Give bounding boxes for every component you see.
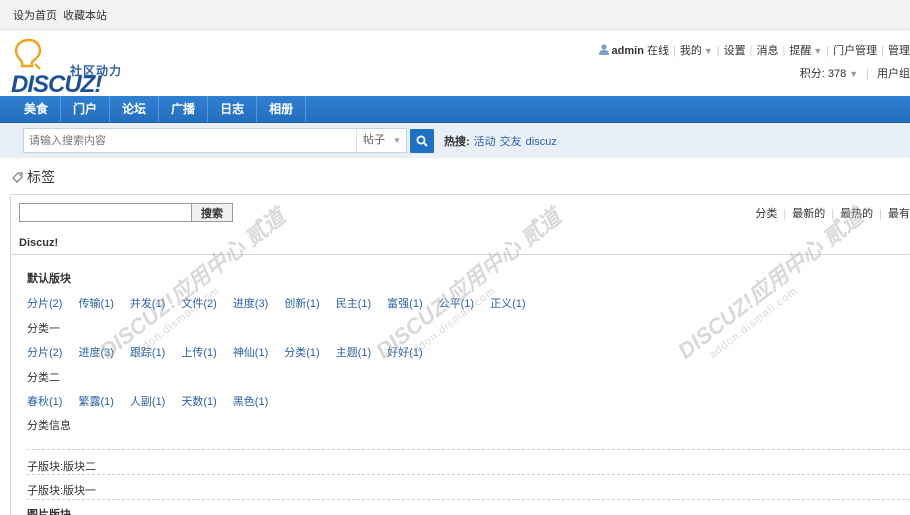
top-bar: 设为首页 收藏本站 <box>0 0 910 30</box>
tag-search-form: 搜索 <box>19 203 233 222</box>
tag-link[interactable]: 跟踪(1) <box>130 347 165 359</box>
search-icon <box>416 135 428 147</box>
block-title: 默认版块 <box>27 273 71 285</box>
lightbulb-icon <box>14 38 42 70</box>
chevron-down-icon: ▼ <box>703 46 713 56</box>
messages-link[interactable]: 消息 <box>757 45 779 57</box>
hot-link[interactable]: 交友 <box>500 136 522 148</box>
online-status[interactable]: 在线 <box>647 45 669 57</box>
tag-link[interactable]: 公平(1) <box>439 298 474 310</box>
tag-link[interactable]: 文件(2) <box>181 298 216 310</box>
tag-content: 搜索 分类 | 最新的 | 最热的 | 最有 Discuz! 默认版块 分片(2) 传输(1)… <box>10 196 910 515</box>
category-label: 分类信息 <box>27 420 71 432</box>
sort-more[interactable]: 最有 <box>888 208 910 220</box>
header: 社区动力 DISCUZ! admin 在线 | 我的 ▼ | 设置 | 消息 | 提醒 ▼ | 门户管理… <box>0 30 910 98</box>
forum-name: Discuz! <box>19 237 59 249</box>
manage-link[interactable]: 管理 <box>888 45 910 57</box>
tag-search-input[interactable] <box>19 203 191 222</box>
divider <box>10 194 910 195</box>
chevron-down-icon: ▼ <box>849 69 859 79</box>
divider <box>27 474 910 475</box>
tag-link[interactable]: 富强(1) <box>387 298 422 310</box>
tag-link[interactable]: 分类(1) <box>284 347 319 359</box>
tag-link[interactable]: 进度(3) <box>233 298 268 310</box>
points-menu[interactable]: 积分: 378 ▼ <box>800 68 858 80</box>
set-home-link[interactable]: 设为首页 <box>13 10 57 22</box>
tag-link[interactable]: 分片(2) <box>27 298 62 310</box>
tag-link[interactable]: 正义(1) <box>490 298 525 310</box>
category-label: 分类二 <box>27 372 60 384</box>
nav-item-blog[interactable]: 日志 <box>208 96 258 122</box>
sort-hottest[interactable]: 最热的 <box>840 208 873 220</box>
tag-icon <box>12 172 23 183</box>
mine-menu[interactable]: 我的 ▼ <box>680 45 713 57</box>
nav-item-album[interactable]: 相册 <box>257 96 307 122</box>
user-group-link[interactable]: 用户组 <box>877 68 910 80</box>
site-logo[interactable]: 社区动力 DISCUZ! <box>11 38 131 98</box>
tag-link[interactable]: 并发(1) <box>130 298 165 310</box>
tag-link[interactable]: 春秋(1) <box>27 396 62 408</box>
hot-searches: 热搜: 活动 交友 discuz <box>444 133 561 149</box>
tag-link[interactable]: 人副(1) <box>130 396 165 408</box>
tag-link[interactable]: 分片(2) <box>27 347 62 359</box>
tag-link[interactable]: 好好(1) <box>387 347 422 359</box>
main-nav: 美食 门户 论坛 广播 日志 相册 <box>0 96 910 123</box>
tag-list: 分片(2) 传输(1) 并发(1) 文件(2) 进度(3) 创新(1) 民主(1) 富强(1)… <box>27 295 542 311</box>
sort-newest[interactable]: 最新的 <box>792 208 825 220</box>
search-box: 帖子▼ <box>23 128 407 153</box>
settings-link[interactable]: 设置 <box>724 45 746 57</box>
divider <box>27 449 910 450</box>
search-type-select[interactable]: 帖子 ▼ <box>356 129 406 152</box>
user-bar-secondary: 积分: 378 ▼ | 用户组 <box>799 68 910 80</box>
user-icon <box>598 44 609 55</box>
page-title: 标签 <box>12 167 55 187</box>
category-label: 分类一 <box>27 323 60 335</box>
tag-link[interactable]: 进度(3) <box>78 347 113 359</box>
tag-link[interactable]: 神仙(1) <box>233 347 268 359</box>
divider <box>27 499 910 500</box>
nav-item-portal[interactable]: 门户 <box>61 96 111 122</box>
hot-link[interactable]: discuz <box>526 136 557 148</box>
hot-link[interactable]: 活动 <box>474 136 496 148</box>
tag-list: 春秋(1) 繁露(1) 人副(1) 天数(1) 黑色(1) <box>27 393 284 409</box>
tag-list: 分片(2) 进度(3) 跟踪(1) 上传(1) 神仙(1) 分类(1) 主题(1) 好好(1) <box>27 344 439 360</box>
search-button[interactable] <box>410 128 434 153</box>
search-input[interactable] <box>24 129 356 152</box>
divider <box>11 254 910 255</box>
block-title: 图片版块 <box>27 509 71 515</box>
portal-admin-link[interactable]: 门户管理 <box>833 45 877 57</box>
tag-link[interactable]: 天数(1) <box>181 396 216 408</box>
tag-link[interactable]: 黑色(1) <box>233 396 268 408</box>
bookmark-link[interactable]: 收藏本站 <box>63 10 107 22</box>
tag-link[interactable]: 创新(1) <box>284 298 319 310</box>
nav-item-broadcast[interactable]: 广播 <box>159 96 209 122</box>
sort-bar: 分类 | 最新的 | 最热的 | 最有 <box>755 208 910 220</box>
search-bar: 帖子▼ 热搜: 活动交友 discuz <box>0 123 910 158</box>
chevron-down-icon: ▼ <box>393 136 401 145</box>
chevron-down-icon: ▼ <box>813 46 823 56</box>
sort-category[interactable]: 分类 <box>755 208 777 220</box>
tag-link[interactable]: 主题(1) <box>336 347 371 359</box>
tag-search-button[interactable]: 搜索 <box>191 203 233 222</box>
sub-forum-link[interactable]: 子版块:版块二 <box>27 458 96 474</box>
tag-link[interactable]: 传输(1) <box>78 298 113 310</box>
hot-label: 热搜: <box>444 135 470 148</box>
reminders-menu[interactable]: 提醒 ▼ <box>789 45 822 57</box>
sub-forum-link[interactable]: 子版块:版块一 <box>27 482 96 498</box>
tag-link[interactable]: 上传(1) <box>181 347 216 359</box>
tag-link[interactable]: 民主(1) <box>336 298 371 310</box>
nav-item-food[interactable]: 美食 <box>13 96 62 122</box>
username-link[interactable]: admin <box>612 45 644 57</box>
nav-item-forum[interactable]: 论坛 <box>110 96 160 122</box>
tag-link[interactable]: 繁露(1) <box>78 396 113 408</box>
user-bar: admin 在线 | 我的 ▼ | 设置 | 消息 | 提醒 ▼ | 门户管理 | 管理 <box>598 42 910 60</box>
logo-en-text: DISCUZ! <box>11 71 102 98</box>
